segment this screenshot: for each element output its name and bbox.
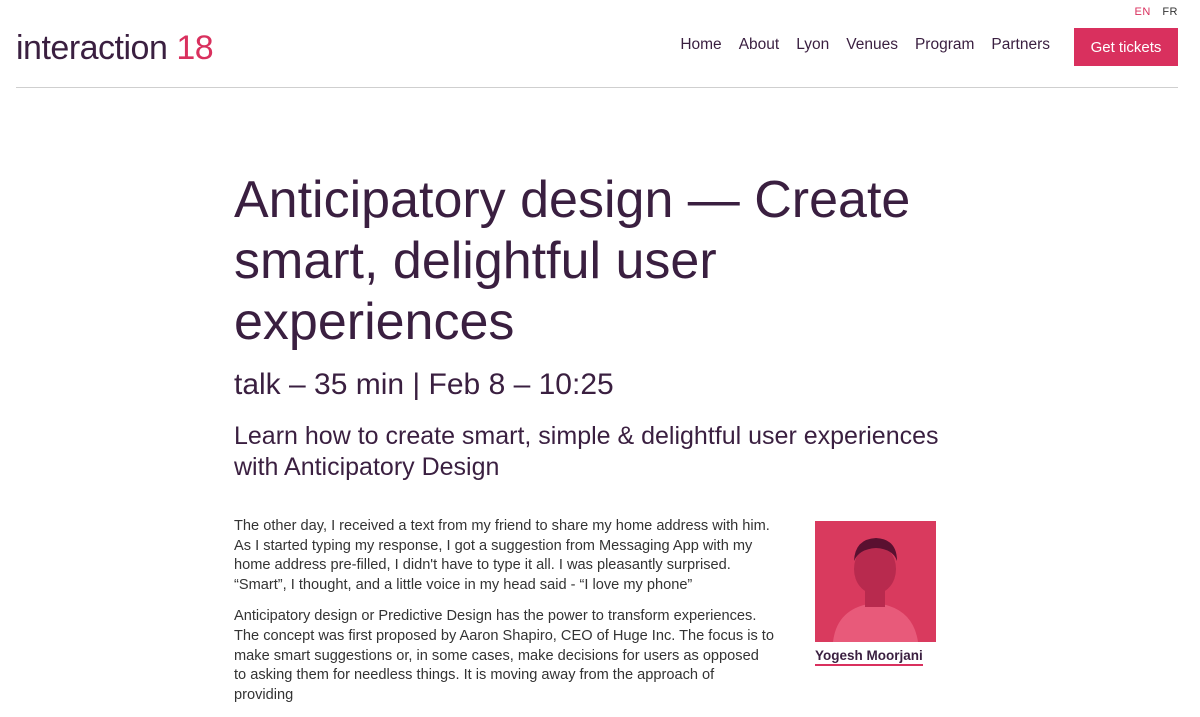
speaker-portrait-icon	[815, 521, 936, 642]
talk-meta: talk – 35 min | Feb 8 – 10:25	[234, 368, 614, 401]
nav-about[interactable]: About	[739, 36, 780, 54]
nav-home[interactable]: Home	[680, 36, 721, 54]
speaker-card: Yogesh Moorjani	[815, 521, 936, 666]
logo-text: interaction	[16, 29, 168, 67]
site-logo[interactable]: interaction 18	[16, 28, 214, 68]
site-header: interaction 18 Home About Lyon Venues Pr…	[16, 0, 1178, 88]
speaker-name-link[interactable]: Yogesh Moorjani	[815, 648, 923, 666]
talk-content: The other day, I received a text from my…	[234, 517, 936, 717]
logo-number: 18	[176, 29, 214, 67]
main-nav: Home About Lyon Venues Program Partners	[663, 36, 1050, 54]
nav-program[interactable]: Program	[915, 36, 974, 54]
page-title: Anticipatory design — Create smart, deli…	[234, 171, 911, 351]
nav-lyon[interactable]: Lyon	[796, 36, 829, 54]
talk-description: The other day, I received a text from my…	[234, 517, 774, 705]
paragraph: Anticipatory design or Predictive Design…	[234, 608, 774, 703]
nav-venues[interactable]: Venues	[846, 36, 898, 54]
paragraph: The other day, I received a text from my…	[234, 518, 770, 593]
talk-header: Anticipatory design — Create smart, deli…	[234, 170, 974, 483]
talk-subtitle: Learn how to create smart, simple & deli…	[234, 422, 939, 481]
nav-partners[interactable]: Partners	[991, 36, 1050, 54]
speaker-photo[interactable]	[815, 521, 936, 642]
get-tickets-button[interactable]: Get tickets	[1074, 28, 1178, 66]
